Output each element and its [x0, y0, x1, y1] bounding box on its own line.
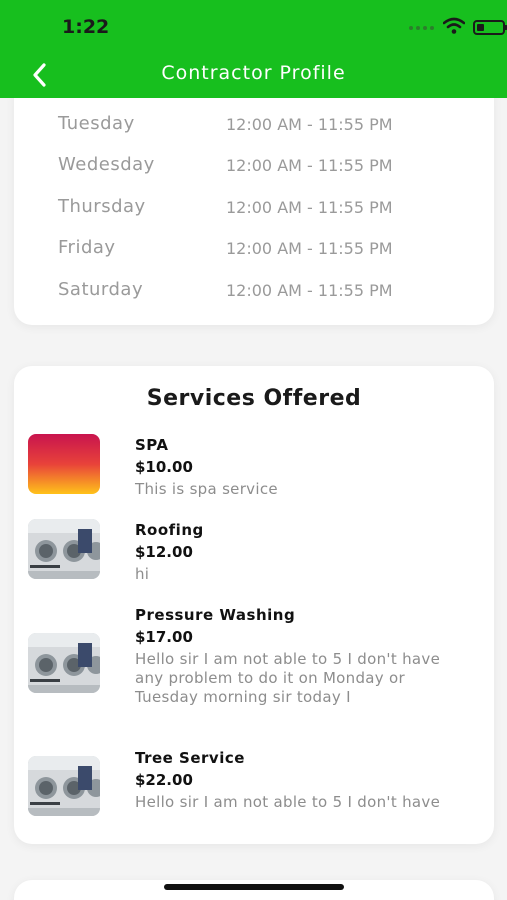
wifi-icon [443, 17, 465, 34]
service-price: $12.00 [135, 543, 193, 561]
signal-icon [409, 26, 435, 32]
header-content: 1:22 Contractor Profile [0, 0, 507, 98]
hours-row: Saturday 12:00 AM - 11:55 PM [58, 279, 478, 305]
service-text: Tree Service $22.00 Hello sir I am not a… [135, 747, 455, 812]
service-text: Pressure Washing $17.00 Hello sir I am n… [135, 604, 455, 707]
laundromat-photo [28, 519, 100, 579]
hours-day: Wedesday [58, 154, 155, 175]
service-item[interactable]: Tree Service $22.00 Hello sir I am not a… [28, 747, 478, 837]
hours-time: 12:00 AM - 11:55 PM [226, 115, 393, 134]
services-title: Services Offered [146, 386, 362, 411]
service-text: SPA $10.00 This is spa service [135, 434, 455, 499]
battery-icon [473, 20, 507, 35]
next-card [14, 880, 494, 900]
service-thumbnail [28, 434, 100, 494]
service-description: Hello sir I am not able to 5 I don't hav… [135, 793, 441, 811]
laundromat-photo [28, 756, 100, 816]
hours-day: Saturday [58, 279, 144, 300]
service-description: Hello sir I am not able to 5 I don't hav… [135, 650, 441, 706]
service-name: Roofing [135, 521, 204, 539]
services-card: Services Offered SPA $10.00 This is spa … [14, 366, 494, 844]
hours-time: 12:00 AM - 11:55 PM [226, 281, 393, 300]
service-price: $22.00 [135, 771, 193, 789]
working-hours-card: Tuesday 12:00 AM - 11:55 PM Wedesday 12:… [14, 80, 494, 325]
hours-row: Thursday 12:00 AM - 11:55 PM [58, 196, 478, 222]
service-name: SPA [135, 436, 169, 454]
hours-row: Wedesday 12:00 AM - 11:55 PM [58, 154, 478, 180]
hours-day: Friday [58, 237, 116, 258]
service-thumbnail [28, 633, 100, 693]
hours-day: Thursday [58, 196, 146, 217]
service-description: hi [135, 565, 150, 583]
service-item[interactable]: Pressure Washing $17.00 Hello sir I am n… [28, 604, 478, 734]
service-thumbnail [28, 519, 100, 579]
laundromat-photo [28, 633, 100, 693]
hours-time: 12:00 AM - 11:55 PM [226, 239, 393, 258]
service-item[interactable]: SPA $10.00 This is spa service [28, 434, 478, 504]
service-price: $17.00 [135, 628, 193, 646]
hours-time: 12:00 AM - 11:55 PM [226, 156, 393, 175]
service-description: This is spa service [135, 480, 278, 498]
hours-time: 12:00 AM - 11:55 PM [226, 198, 393, 217]
service-text: Roofing $12.00 hi [135, 519, 455, 584]
service-item[interactable]: Roofing $12.00 hi [28, 519, 478, 589]
service-price: $10.00 [135, 458, 193, 476]
service-name: Tree Service [135, 749, 245, 767]
hours-row: Friday 12:00 AM - 11:55 PM [58, 237, 478, 263]
service-thumbnail [28, 756, 100, 816]
service-name: Pressure Washing [135, 606, 296, 624]
home-indicator [164, 884, 344, 890]
status-time: 1:22 [62, 16, 110, 38]
hours-row: Tuesday 12:00 AM - 11:55 PM [58, 113, 478, 139]
hours-day: Tuesday [58, 113, 135, 134]
page-title: Contractor Profile [161, 62, 346, 84]
